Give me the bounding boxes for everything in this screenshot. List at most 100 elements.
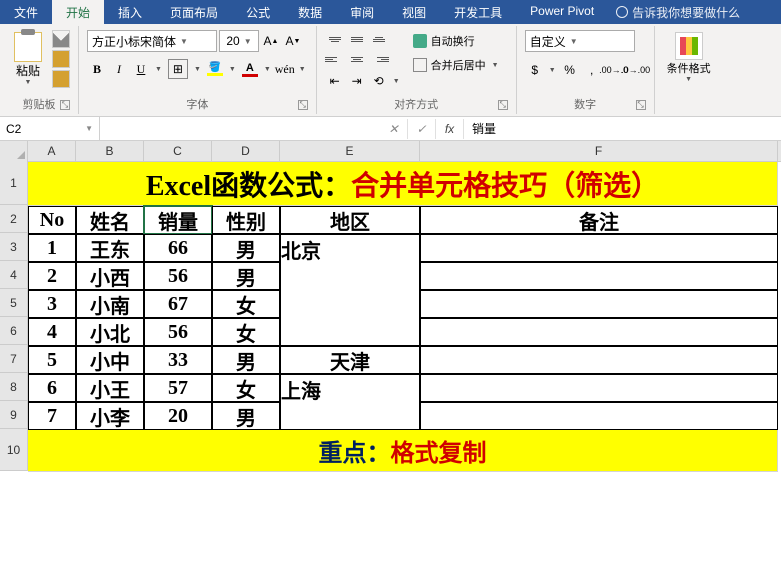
header-sex[interactable]: 性别 — [212, 206, 280, 234]
menu-pagelayout[interactable]: 页面布局 — [156, 0, 232, 24]
region-shanghai[interactable]: 上海 — [280, 374, 420, 430]
decrease-decimal-button[interactable]: .0→.00 — [626, 60, 646, 80]
accounting-button[interactable]: $ — [525, 60, 545, 80]
footer-cell[interactable]: 重点：格式复制 — [28, 430, 778, 472]
cell[interactable]: 女 — [212, 374, 280, 402]
cell[interactable] — [420, 234, 778, 262]
font-name-combo[interactable]: 方正小标宋简体▼ — [87, 30, 217, 52]
wrap-text-button[interactable]: 自动换行 — [406, 30, 508, 52]
cell[interactable] — [420, 402, 778, 430]
cell[interactable] — [420, 290, 778, 318]
enter-button[interactable]: ✓ — [408, 119, 436, 139]
cell[interactable]: 女 — [212, 318, 280, 346]
cell[interactable] — [420, 374, 778, 402]
header-region[interactable]: 地区 — [280, 206, 420, 234]
cell[interactable]: 4 — [28, 318, 76, 346]
header-sales[interactable]: 销量 — [144, 206, 212, 234]
font-color-button[interactable]: A — [240, 59, 260, 79]
fill-dd[interactable]: ▼ — [227, 66, 238, 73]
merge-center-button[interactable]: 合并后居中▼ — [406, 54, 508, 76]
decrease-indent-button[interactable]: ⇤ — [325, 71, 345, 91]
row-header-1[interactable]: 1 — [0, 161, 28, 205]
cancel-button[interactable]: ✕ — [380, 119, 408, 139]
menu-powerpivot[interactable]: Power Pivot — [516, 0, 608, 24]
menu-insert[interactable]: 插入 — [104, 0, 156, 24]
dialog-launcher-icon[interactable]: ⤡ — [636, 100, 646, 110]
cell[interactable]: 20 — [144, 402, 212, 430]
fontcolor-dd[interactable]: ▼ — [262, 66, 273, 73]
cell[interactable]: 67 — [144, 290, 212, 318]
col-header-D[interactable]: D — [212, 141, 280, 161]
col-header-C[interactable]: C — [144, 141, 212, 161]
cell[interactable] — [420, 262, 778, 290]
row-header-10[interactable]: 10 — [0, 429, 28, 471]
cut-button[interactable] — [52, 30, 70, 48]
cell[interactable]: 小李 — [76, 402, 144, 430]
col-header-A[interactable]: A — [28, 141, 76, 161]
row-header-8[interactable]: 8 — [0, 373, 28, 401]
header-remark[interactable]: 备注 — [420, 206, 778, 234]
increase-font-button[interactable]: A▲ — [261, 31, 281, 51]
menu-data[interactable]: 数据 — [284, 0, 336, 24]
align-left-button[interactable] — [325, 50, 345, 68]
row-header-5[interactable]: 5 — [0, 289, 28, 317]
border-dd[interactable]: ▼ — [192, 66, 203, 73]
cell[interactable]: 1 — [28, 234, 76, 262]
menu-formulas[interactable]: 公式 — [232, 0, 284, 24]
row-header-3[interactable]: 3 — [0, 233, 28, 261]
cell[interactable]: 5 — [28, 346, 76, 374]
underline-button[interactable]: U — [131, 59, 151, 79]
cell[interactable]: 男 — [212, 262, 280, 290]
cell[interactable]: 男 — [212, 346, 280, 374]
select-all-corner[interactable] — [0, 141, 28, 161]
cell[interactable]: 小王 — [76, 374, 144, 402]
menu-review[interactable]: 审阅 — [336, 0, 388, 24]
phonetic-button[interactable]: wén — [275, 59, 295, 79]
cell[interactable]: 33 — [144, 346, 212, 374]
row-header-7[interactable]: 7 — [0, 345, 28, 373]
dialog-launcher-icon[interactable]: ⤡ — [60, 100, 70, 110]
name-box[interactable]: C2▼ — [0, 117, 100, 140]
menu-developer[interactable]: 开发工具 — [440, 0, 516, 24]
col-header-E[interactable]: E — [280, 141, 420, 161]
dialog-launcher-icon[interactable]: ⤡ — [298, 100, 308, 110]
number-format-combo[interactable]: 自定义▼ — [525, 30, 635, 52]
fx-button[interactable]: fx — [436, 119, 464, 139]
row-header-9[interactable]: 9 — [0, 401, 28, 429]
header-no[interactable]: No — [28, 206, 76, 234]
copy-button[interactable] — [52, 50, 70, 68]
align-right-button[interactable] — [369, 50, 389, 68]
paste-button[interactable]: 粘贴 ▼ — [8, 30, 48, 88]
row-header-4[interactable]: 4 — [0, 261, 28, 289]
bold-button[interactable]: B — [87, 59, 107, 79]
menu-file[interactable]: 文件 — [0, 0, 52, 24]
cell[interactable]: 小南 — [76, 290, 144, 318]
cell[interactable]: 66 — [144, 234, 212, 262]
menu-view[interactable]: 视图 — [388, 0, 440, 24]
cell[interactable]: 小中 — [76, 346, 144, 374]
cells-area[interactable]: Excel函数公式：合并单元格技巧（筛选） No 姓名 销量 性别 地区 备注 … — [28, 162, 781, 472]
cell[interactable]: 小北 — [76, 318, 144, 346]
menu-home[interactable]: 开始 — [52, 0, 104, 24]
orient-dd[interactable]: ▼ — [391, 78, 402, 85]
phonetic-dd[interactable]: ▼ — [297, 66, 308, 73]
cell[interactable]: 56 — [144, 318, 212, 346]
align-center-button[interactable] — [347, 50, 367, 68]
cell[interactable]: 6 — [28, 374, 76, 402]
row-header-2[interactable]: 2 — [0, 205, 28, 233]
cell[interactable]: 3 — [28, 290, 76, 318]
decrease-font-button[interactable]: A▼ — [283, 31, 303, 51]
align-middle-button[interactable] — [347, 30, 367, 48]
acct-dd[interactable]: ▼ — [547, 67, 558, 74]
col-header-B[interactable]: B — [76, 141, 144, 161]
percent-button[interactable]: % — [560, 60, 580, 80]
fill-color-button[interactable]: 🪣 — [205, 59, 225, 79]
align-bottom-button[interactable] — [369, 30, 389, 48]
underline-dd[interactable]: ▼ — [153, 66, 164, 73]
dialog-launcher-icon[interactable]: ⤡ — [498, 100, 508, 110]
orientation-button[interactable]: ⟲ — [369, 71, 389, 91]
cell[interactable]: 57 — [144, 374, 212, 402]
font-size-combo[interactable]: 20▼ — [219, 30, 259, 52]
cell[interactable]: 7 — [28, 402, 76, 430]
cell[interactable] — [420, 346, 778, 374]
